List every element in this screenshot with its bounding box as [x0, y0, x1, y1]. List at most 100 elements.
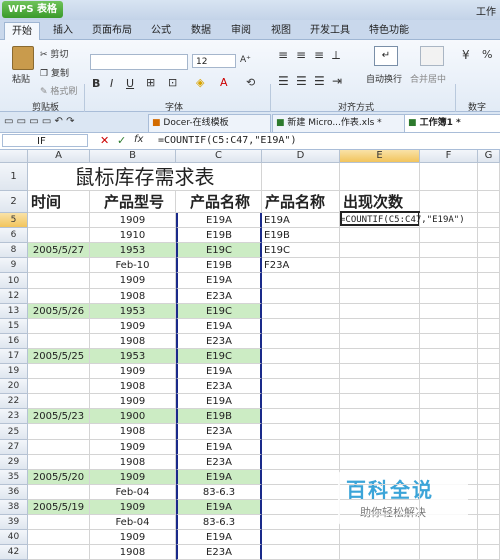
indent-icon[interactable]: ⇥ — [332, 74, 342, 88]
cell-g[interactable] — [478, 304, 500, 319]
cell-name[interactable]: E19A — [176, 440, 262, 455]
cell-count[interactable] — [340, 530, 420, 545]
cell-time[interactable]: 2005/5/26 — [28, 304, 90, 319]
cell-model[interactable]: 1908 — [90, 455, 176, 470]
cell-count[interactable] — [340, 409, 420, 424]
format-painter-button[interactable]: ✎ 格式刷 — [40, 84, 77, 97]
cell-f[interactable] — [420, 440, 478, 455]
cell-name[interactable]: E19B — [176, 409, 262, 424]
cell-g[interactable] — [478, 319, 500, 334]
cell-g[interactable] — [478, 424, 500, 440]
cell-time[interactable] — [28, 364, 90, 379]
cell-count[interactable]: =COUNTIF(C5:C47,"E19A") — [340, 213, 465, 228]
formula-input[interactable]: =COUNTIF(C5:C47,"E19A") — [158, 134, 296, 147]
select-all-corner[interactable] — [0, 150, 28, 163]
header-model[interactable]: 产品型号 — [90, 191, 176, 213]
row-header[interactable]: 6 — [0, 228, 28, 243]
percent-button[interactable]: % — [482, 48, 492, 61]
cell-g[interactable] — [478, 500, 500, 515]
cell-name-d[interactable] — [262, 455, 340, 470]
tab-home[interactable]: 开始 — [4, 22, 40, 40]
cell-count[interactable] — [340, 334, 420, 349]
cell-g[interactable] — [478, 273, 500, 289]
tab-insert[interactable]: 插入 — [46, 22, 80, 39]
cell-model[interactable]: 1908 — [90, 334, 176, 349]
cell-name-d[interactable]: F23A — [262, 258, 340, 273]
cell-g[interactable] — [478, 394, 500, 409]
cell-model[interactable]: 1909 — [90, 440, 176, 455]
cell-model[interactable]: Feb-10 — [90, 258, 176, 273]
cell-name-d[interactable] — [262, 273, 340, 289]
cell-model[interactable]: 1909 — [90, 273, 176, 289]
cell-count[interactable] — [340, 243, 420, 258]
cell-count[interactable] — [340, 440, 420, 455]
cell-count[interactable] — [340, 258, 420, 273]
align-top-icon[interactable]: ≡ — [278, 48, 288, 62]
cell-time[interactable] — [28, 334, 90, 349]
quick-access-toolbar[interactable]: ▭ ▭ ▭ ▭ ↶ ↷ — [4, 116, 74, 127]
cell-f[interactable] — [420, 304, 478, 319]
cell-time[interactable] — [28, 258, 90, 273]
cell-time[interactable]: 2005/5/20 — [28, 470, 90, 485]
cell-f[interactable] — [420, 334, 478, 349]
cell-g[interactable] — [478, 228, 500, 243]
header-time[interactable]: 时间 — [28, 191, 90, 213]
cell-time[interactable] — [28, 530, 90, 545]
tab-data[interactable]: 数据 — [186, 22, 216, 39]
copy-button[interactable]: ❐ 复制 — [40, 66, 69, 79]
row-header[interactable]: 8 — [0, 243, 28, 258]
merge-cells-icon[interactable]: ⊡ — [168, 76, 177, 89]
row-header[interactable]: 35 — [0, 470, 28, 485]
cell-g[interactable] — [478, 379, 500, 394]
cell-model[interactable]: Feb-04 — [90, 515, 176, 530]
cell-g[interactable] — [478, 545, 500, 560]
borders-icon[interactable]: ⊞ — [146, 76, 155, 89]
cell-f[interactable] — [420, 319, 478, 334]
row-header[interactable]: 9 — [0, 258, 28, 273]
cell-name[interactable]: E23A — [176, 334, 262, 349]
cell-model[interactable]: 1953 — [90, 243, 176, 258]
tab-view[interactable]: 视图 — [266, 22, 296, 39]
column-header-c[interactable]: C — [176, 150, 262, 163]
row-header[interactable]: 23 — [0, 409, 28, 424]
align-right-icon[interactable]: ☰ — [314, 74, 325, 88]
cell-f[interactable] — [420, 379, 478, 394]
cell-name-d[interactable]: E19A — [262, 213, 340, 228]
cell-name[interactable]: E19A — [176, 213, 262, 228]
column-header-d[interactable]: D — [262, 150, 340, 163]
row-header[interactable]: 42 — [0, 545, 28, 560]
cell-name[interactable]: E23A — [176, 379, 262, 394]
row-header[interactable]: 20 — [0, 379, 28, 394]
row-header[interactable]: 10 — [0, 273, 28, 289]
currency-icon[interactable]: ¥ — [462, 48, 470, 62]
cell-g[interactable] — [478, 530, 500, 545]
underline-button[interactable]: U — [126, 77, 134, 90]
cell-count[interactable] — [340, 319, 420, 334]
cell-model[interactable]: 1953 — [90, 349, 176, 364]
cell-count[interactable] — [340, 273, 420, 289]
cell-name-d[interactable] — [262, 364, 340, 379]
cell-e1[interactable] — [340, 163, 420, 191]
cell-name-d[interactable] — [262, 334, 340, 349]
cell-name[interactable]: E19A — [176, 364, 262, 379]
align-bottom-icon[interactable]: ≡ — [314, 48, 324, 62]
font-color-icon[interactable]: A — [220, 76, 228, 89]
column-header-g[interactable]: G — [478, 150, 500, 163]
cell-name-d[interactable] — [262, 470, 340, 485]
cell-f[interactable] — [420, 424, 478, 440]
cell-name[interactable]: E19A — [176, 273, 262, 289]
row-header[interactable]: 13 — [0, 304, 28, 319]
cell-name-d[interactable]: E19B — [262, 228, 340, 243]
cell-name[interactable]: 83-6.3 — [176, 485, 262, 500]
cell-g[interactable] — [478, 485, 500, 500]
cell-g1[interactable] — [478, 163, 500, 191]
cell-name[interactable]: E23A — [176, 289, 262, 304]
cell-name-d[interactable] — [262, 349, 340, 364]
row-header[interactable]: 5 — [0, 213, 28, 228]
cell-f[interactable] — [420, 394, 478, 409]
cell-count[interactable] — [340, 304, 420, 319]
row-header[interactable]: 25 — [0, 424, 28, 440]
cell-time[interactable] — [28, 394, 90, 409]
cancel-icon[interactable]: ✕ — [100, 134, 109, 147]
cell-g[interactable] — [478, 213, 500, 228]
